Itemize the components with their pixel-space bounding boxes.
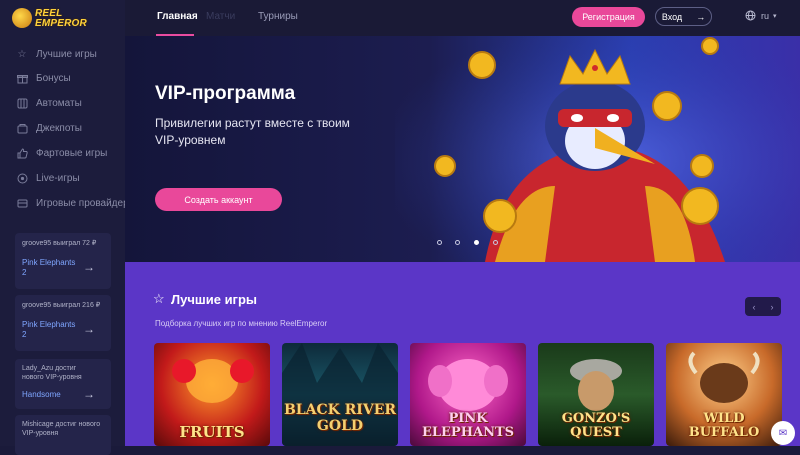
sidebar-item-label: Фартовые игры <box>36 147 108 159</box>
game-title: PINK ELEPHANTS <box>421 411 515 440</box>
carousel-controls: ‹ › <box>745 297 781 316</box>
sidebar-item-live-games[interactable]: Live-игры <box>16 168 80 188</box>
sidebar-item-label: Лучшие игры <box>36 48 97 60</box>
sidebar: REEL EMPEROR ☆ Лучшие игры Бонусы Автома… <box>0 0 136 455</box>
sidebar-item-best-games[interactable]: ☆ Лучшие игры <box>16 44 97 64</box>
recent-win-card[interactable]: groove95 выиграл 216 ₽ Pink Elephants 2 … <box>15 295 111 351</box>
win-text: Lady_Azu достиг нового VIP-уровня <box>22 365 82 381</box>
win-text: groove95 выиграл 72 ₽ <box>22 240 97 247</box>
section-title: Лучшие игры <box>171 292 258 307</box>
slot-icon <box>16 97 28 109</box>
tab-matches[interactable]: Матчи <box>206 11 235 22</box>
carousel-dot[interactable] <box>455 240 460 245</box>
recent-win-card[interactable]: groove95 выиграл 72 ₽ Pink Elephants 2 → <box>15 233 111 289</box>
recent-win-card[interactable]: Lady_Azu достиг нового VIP-уровня Handso… <box>15 359 111 409</box>
sidebar-item-slots[interactable]: Автоматы <box>16 93 82 113</box>
chevron-down-icon: ▾ <box>773 12 777 20</box>
arrow-right-icon[interactable]: → <box>83 322 95 336</box>
star-icon: ☆ <box>153 291 165 306</box>
hero-subtitle: Привилегии растут вместе с твоим VIP-уро… <box>155 116 350 147</box>
recent-win-card[interactable]: Mishicage достиг нового VIP-уровня <box>15 415 111 455</box>
globe-icon <box>745 10 756 21</box>
arrow-right-icon[interactable]: → <box>83 387 95 401</box>
carousel-dot[interactable] <box>437 240 442 245</box>
penguin-emperor-illustration <box>395 36 800 262</box>
jackpot-icon <box>16 122 28 134</box>
tab-main[interactable]: Главная <box>157 11 198 22</box>
star-icon: ☆ <box>17 48 27 60</box>
language-selector[interactable]: ru ▾ <box>745 10 777 21</box>
chevron-right-icon[interactable]: › <box>771 302 774 312</box>
sidebar-item-jackpots[interactable]: Джекпоты <box>16 118 82 138</box>
tab-tournaments[interactable]: Турниры <box>258 11 298 22</box>
sidebar-item-label: Игровые провайдеры <box>36 197 136 209</box>
best-games-section: ☆ Лучшие игры Подборка лучших игр по мне… <box>125 262 800 446</box>
sidebar-item-lucky-games[interactable]: Фартовые игры <box>16 143 107 163</box>
chevron-left-icon[interactable]: ‹ <box>753 302 756 312</box>
support-chat-button[interactable]: ✉ <box>771 421 795 445</box>
carousel-dot[interactable] <box>493 240 498 245</box>
win-game-link[interactable]: Handsome <box>22 390 61 400</box>
thumb-up-icon <box>16 147 28 159</box>
gift-icon <box>16 72 28 84</box>
create-account-button[interactable]: Создать аккаунт <box>155 188 282 211</box>
sidebar-item-label: Автоматы <box>36 97 82 109</box>
chat-icon: ✉ <box>778 427 788 439</box>
login-label: Вход <box>661 11 683 22</box>
game-card-pink-elephants[interactable]: PINK ELEPHANTS <box>410 343 526 446</box>
arrow-right-icon[interactable]: → <box>83 260 95 274</box>
win-text: Mishicage достиг нового VIP-уровня <box>22 421 101 437</box>
sidebar-item-label: Бонусы <box>36 72 71 84</box>
game-card-wild-buffalo[interactable]: WILD BUFFALO <box>666 343 782 446</box>
live-icon <box>16 172 28 184</box>
game-title: GONZO'S QUEST <box>561 411 631 440</box>
sidebar-item-label: Live-игры <box>36 172 80 184</box>
register-button[interactable]: Регистрация <box>572 7 645 27</box>
login-button[interactable]: Вход → <box>655 7 712 26</box>
game-title: FRUITS <box>179 423 245 441</box>
sidebar-item-providers[interactable]: Игровые провайдеры <box>16 193 136 213</box>
win-game-link[interactable]: Pink Elephants 2 <box>22 258 82 278</box>
brand-logo[interactable]: REEL EMPEROR <box>12 5 87 31</box>
win-text: groove95 выиграл 216 ₽ <box>22 302 101 309</box>
game-card-gonzos-quest[interactable]: GONZO'S QUEST <box>538 343 654 446</box>
game-card-black-river-gold[interactable]: BLACK RIVER GOLD <box>282 343 398 446</box>
sidebar-item-label: Джекпоты <box>36 122 82 134</box>
language-label: ru <box>761 10 770 21</box>
game-title: WILD BUFFALO <box>688 411 760 440</box>
section-subtitle: Подборка лучших игр по мнению ReelEmpero… <box>155 319 328 328</box>
emperor-logo-icon <box>12 8 32 28</box>
carousel-dot-active[interactable] <box>474 240 479 245</box>
game-card-fruits[interactable]: FRUITS <box>154 343 270 446</box>
sidebar-item-bonuses[interactable]: Бонусы <box>16 68 71 88</box>
arrow-right-icon: → <box>696 11 706 22</box>
providers-icon <box>16 197 28 209</box>
hero-title: VIP-программа <box>155 83 296 104</box>
win-game-link[interactable]: Pink Elephants 2 <box>22 320 82 340</box>
hero-banner: VIP-программа Привилегии растут вместе с… <box>125 36 800 262</box>
game-title: BLACK RIVER GOLD <box>283 402 397 434</box>
